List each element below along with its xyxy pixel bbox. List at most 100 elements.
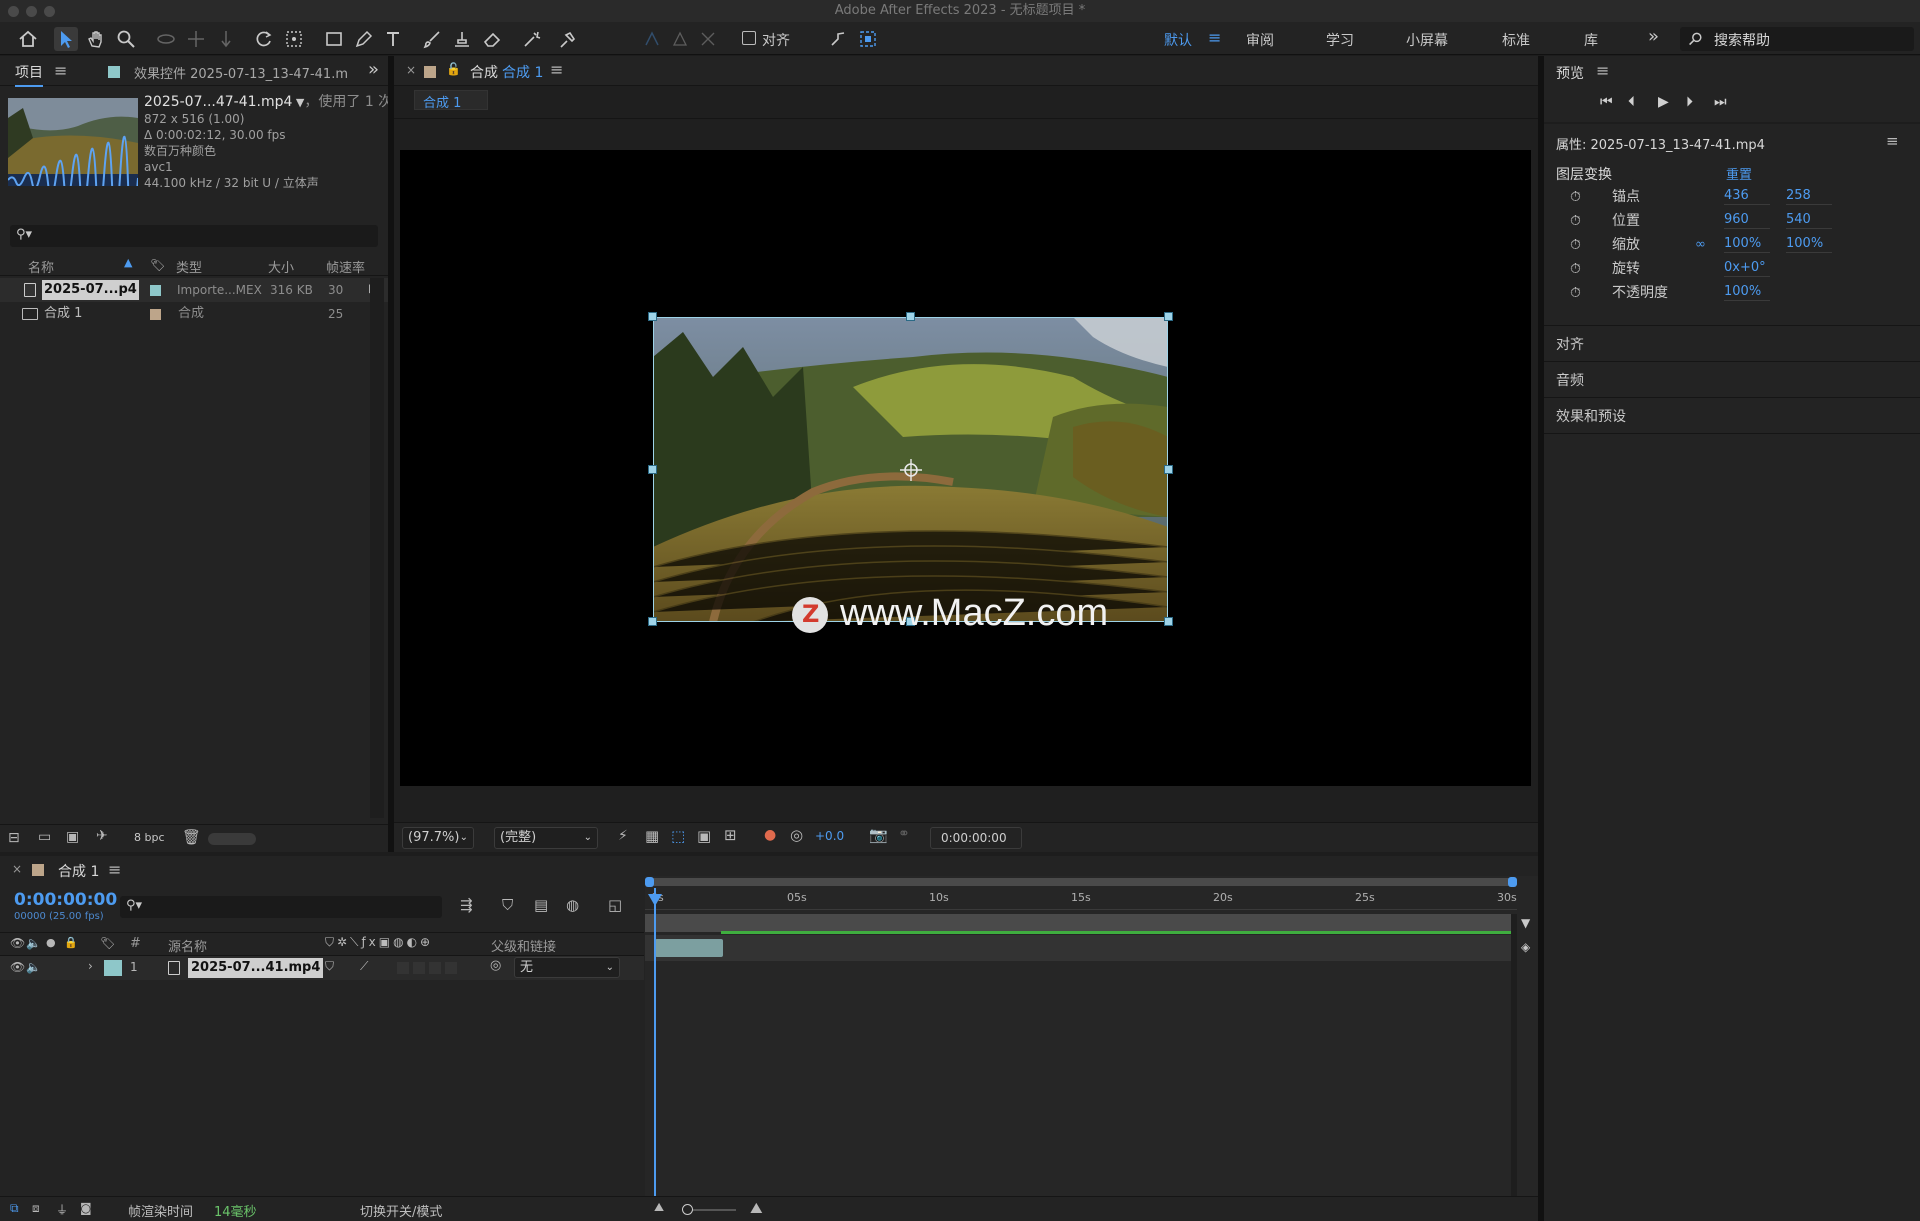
col-parent-link[interactable]: 父级和链接 bbox=[491, 936, 556, 955]
close-window-button[interactable] bbox=[8, 6, 19, 17]
rectangle-tool-icon[interactable] bbox=[322, 27, 346, 51]
zoom-out-icon[interactable]: ⛰ bbox=[654, 1200, 664, 1215]
resolution-dropdown[interactable]: (完整) ⌄ bbox=[494, 827, 598, 849]
navigator-start-handle[interactable] bbox=[645, 877, 654, 887]
show-snapshot-icon[interactable]: ⚭ bbox=[898, 826, 910, 842]
lock-column-icon[interactable]: 🔒 bbox=[64, 936, 78, 949]
close-comp-tab-icon[interactable]: × bbox=[406, 63, 416, 77]
section-effects-presets[interactable]: 效果和预设 bbox=[1556, 406, 1626, 426]
sort-ascending-icon[interactable]: ▲ bbox=[124, 256, 132, 269]
magnification-dropdown[interactable]: (97.7%) ⌄ bbox=[402, 827, 474, 849]
transform-handle-t[interactable] bbox=[906, 312, 915, 321]
help-search-input[interactable]: 搜索帮助 bbox=[1714, 30, 1770, 50]
home-icon[interactable] bbox=[16, 27, 40, 51]
shy-switch-icon[interactable]: ⛉ bbox=[325, 959, 334, 974]
puppet-pin-icon[interactable] bbox=[556, 27, 580, 51]
type-tool-icon[interactable] bbox=[382, 27, 406, 51]
anchor-point-icon[interactable] bbox=[899, 458, 923, 482]
more-workspaces-icon[interactable]: » bbox=[1648, 26, 1659, 47]
position-y-value[interactable]: 540 bbox=[1786, 211, 1832, 229]
eraser-tool-icon[interactable] bbox=[480, 27, 504, 51]
play-icon[interactable]: ▶ bbox=[1658, 94, 1669, 110]
col-size[interactable]: 大小 bbox=[268, 257, 294, 276]
opacity-value[interactable]: 100% bbox=[1724, 283, 1770, 301]
zoom-in-icon[interactable]: ⛰ bbox=[750, 1199, 763, 1217]
comp-menu-icon[interactable]: ≡ bbox=[550, 60, 563, 79]
label-swatch[interactable] bbox=[150, 309, 161, 320]
playhead[interactable] bbox=[654, 888, 656, 1221]
layer-switches-toggle-icon[interactable]: ⧉ bbox=[10, 1201, 19, 1216]
align-checkbox[interactable] bbox=[742, 31, 756, 45]
axis-world-icon[interactable] bbox=[668, 27, 692, 51]
timeline-zoom-slider[interactable] bbox=[682, 1204, 736, 1215]
solo-icon[interactable]: ● bbox=[46, 936, 56, 949]
comp-viewer[interactable]: Z www.MacZ.com bbox=[400, 150, 1531, 786]
roto-brush-icon[interactable] bbox=[520, 27, 544, 51]
rotate-tool-icon[interactable] bbox=[252, 27, 276, 51]
brush-tool-icon[interactable] bbox=[420, 27, 444, 51]
layer-marker-icon[interactable]: ◈ bbox=[1521, 940, 1530, 954]
layer-transform-section[interactable]: 图层变换 bbox=[1556, 164, 1612, 184]
toggle-switches-modes[interactable]: 切换开关/模式 bbox=[360, 1201, 442, 1220]
label-tag-icon[interactable]: 🏷 bbox=[150, 258, 165, 272]
grid-guides-icon[interactable]: ⊞ bbox=[724, 826, 737, 844]
stopwatch-icon[interactable]: ⏱ bbox=[1570, 257, 1581, 281]
layer-name[interactable]: 2025-07...41.mp4 bbox=[188, 958, 324, 978]
audio-icon[interactable]: 🔈 bbox=[26, 936, 41, 950]
transform-handle-br[interactable] bbox=[1164, 617, 1173, 626]
playhead-handle-icon[interactable] bbox=[648, 894, 662, 906]
label-column-icon[interactable]: 🏷 bbox=[100, 936, 115, 950]
pan-camera-icon[interactable] bbox=[184, 27, 208, 51]
transparency-grid-icon[interactable]: ▦ bbox=[645, 827, 659, 845]
snap-target-icon[interactable] bbox=[856, 27, 880, 51]
transfer-controls-toggle-icon[interactable]: ⧈ bbox=[32, 1201, 40, 1216]
close-timeline-tab-icon[interactable]: × bbox=[12, 862, 22, 876]
transform-handle-r[interactable] bbox=[1164, 465, 1173, 474]
pen-tool-icon[interactable] bbox=[352, 27, 376, 51]
axis-local-icon[interactable] bbox=[640, 27, 664, 51]
section-audio[interactable]: 音频 bbox=[1556, 370, 1584, 390]
workspace-libraries[interactable]: 库 bbox=[1584, 30, 1598, 50]
current-time-field[interactable]: 0:00:00:00 bbox=[930, 827, 1022, 849]
new-folder-icon[interactable]: ▭ bbox=[38, 829, 51, 845]
shy-layers-icon[interactable]: ⛉ bbox=[502, 896, 513, 914]
comp-marker-bin-icon[interactable]: ▼ bbox=[1521, 916, 1530, 930]
workspace-small-screen[interactable]: 小屏幕 bbox=[1406, 30, 1448, 50]
frame-blending-icon[interactable]: ▤ bbox=[534, 896, 548, 914]
snapping-icon[interactable] bbox=[826, 27, 850, 51]
reset-exposure-icon[interactable]: ◎ bbox=[790, 826, 803, 844]
trash-icon[interactable]: 🗑 bbox=[182, 828, 201, 846]
project-scrollbar[interactable] bbox=[370, 278, 384, 818]
layer-visibility-icon[interactable]: 👁 bbox=[10, 960, 25, 974]
pick-whip-icon[interactable]: ◎ bbox=[490, 958, 501, 973]
project-menu-icon[interactable]: ≡ bbox=[54, 61, 67, 80]
properties-menu-icon[interactable]: ≡ bbox=[1886, 132, 1899, 150]
panel-divider[interactable] bbox=[388, 56, 394, 852]
interpret-footage-icon[interactable]: ⊟ bbox=[8, 830, 20, 846]
minimize-window-button[interactable] bbox=[26, 6, 37, 17]
footage-dropdown-icon[interactable]: ▼ bbox=[292, 96, 304, 109]
bit-depth[interactable]: 8 bpc bbox=[134, 831, 165, 844]
scale-x-value[interactable]: 100% bbox=[1724, 235, 1770, 253]
layer-row[interactable]: 👁 🔈 › 1 2025-07...41.mp4 ⛉ ⟋ ◎ 无 ⌄ bbox=[0, 956, 644, 980]
position-x-value[interactable]: 960 bbox=[1724, 211, 1770, 229]
dolly-camera-icon[interactable] bbox=[214, 27, 238, 51]
more-tabs-icon[interactable]: » bbox=[368, 59, 379, 80]
preview-menu-icon[interactable]: ≡ bbox=[1596, 61, 1609, 80]
stopwatch-icon[interactable]: ⏱ bbox=[1570, 185, 1581, 209]
col-type[interactable]: 类型 bbox=[176, 257, 202, 276]
render-time-toggle-icon[interactable]: ◙ bbox=[80, 1201, 92, 1215]
region-of-interest-icon[interactable]: ▣ bbox=[697, 827, 711, 845]
fast-previews-icon[interactable]: ⚡ bbox=[618, 828, 628, 844]
layer-duration-bar[interactable] bbox=[655, 939, 723, 957]
exposure-value[interactable]: +0.0 bbox=[815, 829, 844, 843]
tab-effect-controls[interactable]: 效果控件 2025-07-13_13-47-41.m bbox=[134, 63, 348, 82]
project-search-input[interactable]: ⚲▾ bbox=[10, 225, 378, 247]
layer-switch-boxes[interactable] bbox=[397, 962, 461, 974]
zoom-tool-icon[interactable] bbox=[114, 27, 138, 51]
tab-project[interactable]: 项目 bbox=[15, 62, 43, 87]
label-swatch[interactable] bbox=[150, 285, 161, 296]
col-source-name[interactable]: 源名称 bbox=[168, 936, 207, 955]
time-ruler[interactable]: 0s 05s 10s 15s 20s 25s 30s bbox=[645, 888, 1517, 910]
comp-mini-flowchart-icon[interactable]: ⇶ bbox=[460, 896, 473, 914]
